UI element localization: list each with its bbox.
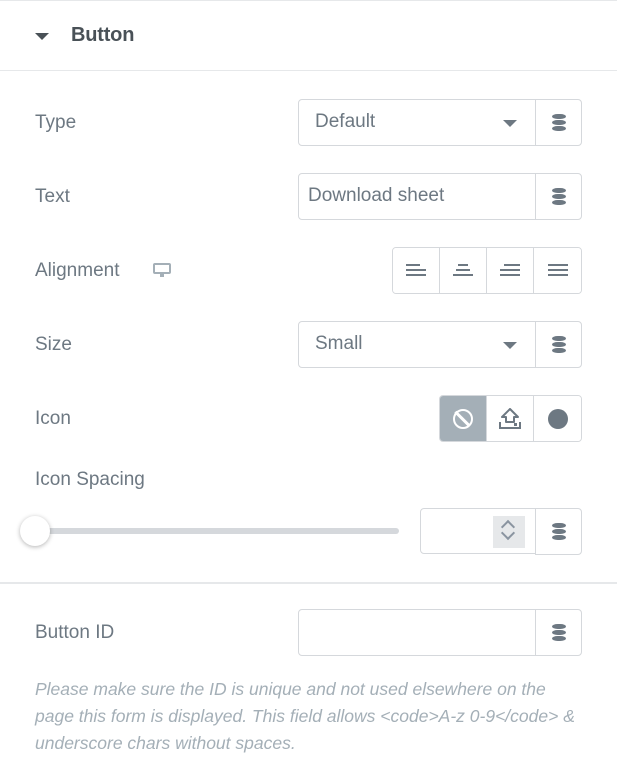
section-divider bbox=[0, 582, 617, 584]
align-left-button[interactable] bbox=[393, 248, 440, 293]
section-title: Button bbox=[71, 24, 135, 46]
upload-icon bbox=[499, 407, 521, 429]
size-select[interactable]: Small bbox=[298, 321, 536, 368]
type-select-value: Default bbox=[315, 111, 376, 132]
icon-upload-button[interactable] bbox=[487, 396, 534, 441]
icon-label: Icon bbox=[35, 408, 71, 429]
text-input[interactable]: Download sheet bbox=[298, 173, 536, 220]
alignment-group bbox=[392, 247, 582, 294]
number-spinner[interactable] bbox=[493, 516, 525, 548]
database-icon bbox=[551, 522, 566, 541]
database-icon bbox=[551, 187, 566, 206]
align-right-icon bbox=[500, 263, 520, 278]
size-dynamic-button[interactable] bbox=[535, 321, 582, 368]
button-id-label: Button ID bbox=[35, 622, 115, 643]
icon-spacing-dynamic-button[interactable] bbox=[535, 508, 582, 555]
chevron-down-icon bbox=[503, 342, 517, 349]
button-id-help-text: Please make sure the ID is unique and no… bbox=[35, 679, 575, 753]
alignment-label: Alignment bbox=[35, 260, 120, 281]
text-input-value: Download sheet bbox=[308, 185, 445, 206]
size-select-value: Small bbox=[315, 333, 363, 354]
circle-icon bbox=[547, 408, 568, 429]
chevron-down-icon bbox=[503, 120, 517, 127]
type-label: Type bbox=[35, 112, 77, 133]
icon-spacing-slider-handle[interactable] bbox=[20, 516, 50, 546]
align-left-icon bbox=[406, 263, 426, 278]
text-label: Text bbox=[35, 186, 70, 207]
icon-circle-button[interactable] bbox=[534, 396, 581, 441]
database-icon bbox=[551, 623, 566, 642]
section-header-button[interactable]: Button bbox=[0, 1, 617, 71]
button-id-input[interactable] bbox=[298, 609, 536, 656]
align-justify-icon bbox=[547, 263, 568, 278]
database-icon bbox=[551, 335, 566, 354]
icon-spacing-number-input[interactable] bbox=[420, 508, 536, 554]
icon-choice-group bbox=[439, 395, 582, 442]
align-center-icon bbox=[453, 263, 473, 278]
type-select[interactable]: Default bbox=[298, 99, 536, 146]
icon-spacing-slider-track[interactable] bbox=[35, 528, 399, 534]
icon-none-button[interactable] bbox=[440, 396, 487, 441]
size-label: Size bbox=[35, 334, 72, 355]
ban-icon bbox=[453, 408, 473, 429]
align-center-button[interactable] bbox=[440, 248, 487, 293]
type-dynamic-button[interactable] bbox=[535, 99, 582, 146]
database-icon bbox=[551, 113, 566, 132]
desktop-icon[interactable] bbox=[153, 263, 171, 277]
caret-down-icon[interactable] bbox=[35, 33, 49, 40]
align-right-button[interactable] bbox=[487, 248, 534, 293]
text-dynamic-button[interactable] bbox=[535, 173, 582, 220]
align-justify-button[interactable] bbox=[534, 248, 581, 293]
button-id-dynamic-button[interactable] bbox=[535, 609, 582, 656]
icon-spacing-label: Icon Spacing bbox=[35, 469, 145, 490]
